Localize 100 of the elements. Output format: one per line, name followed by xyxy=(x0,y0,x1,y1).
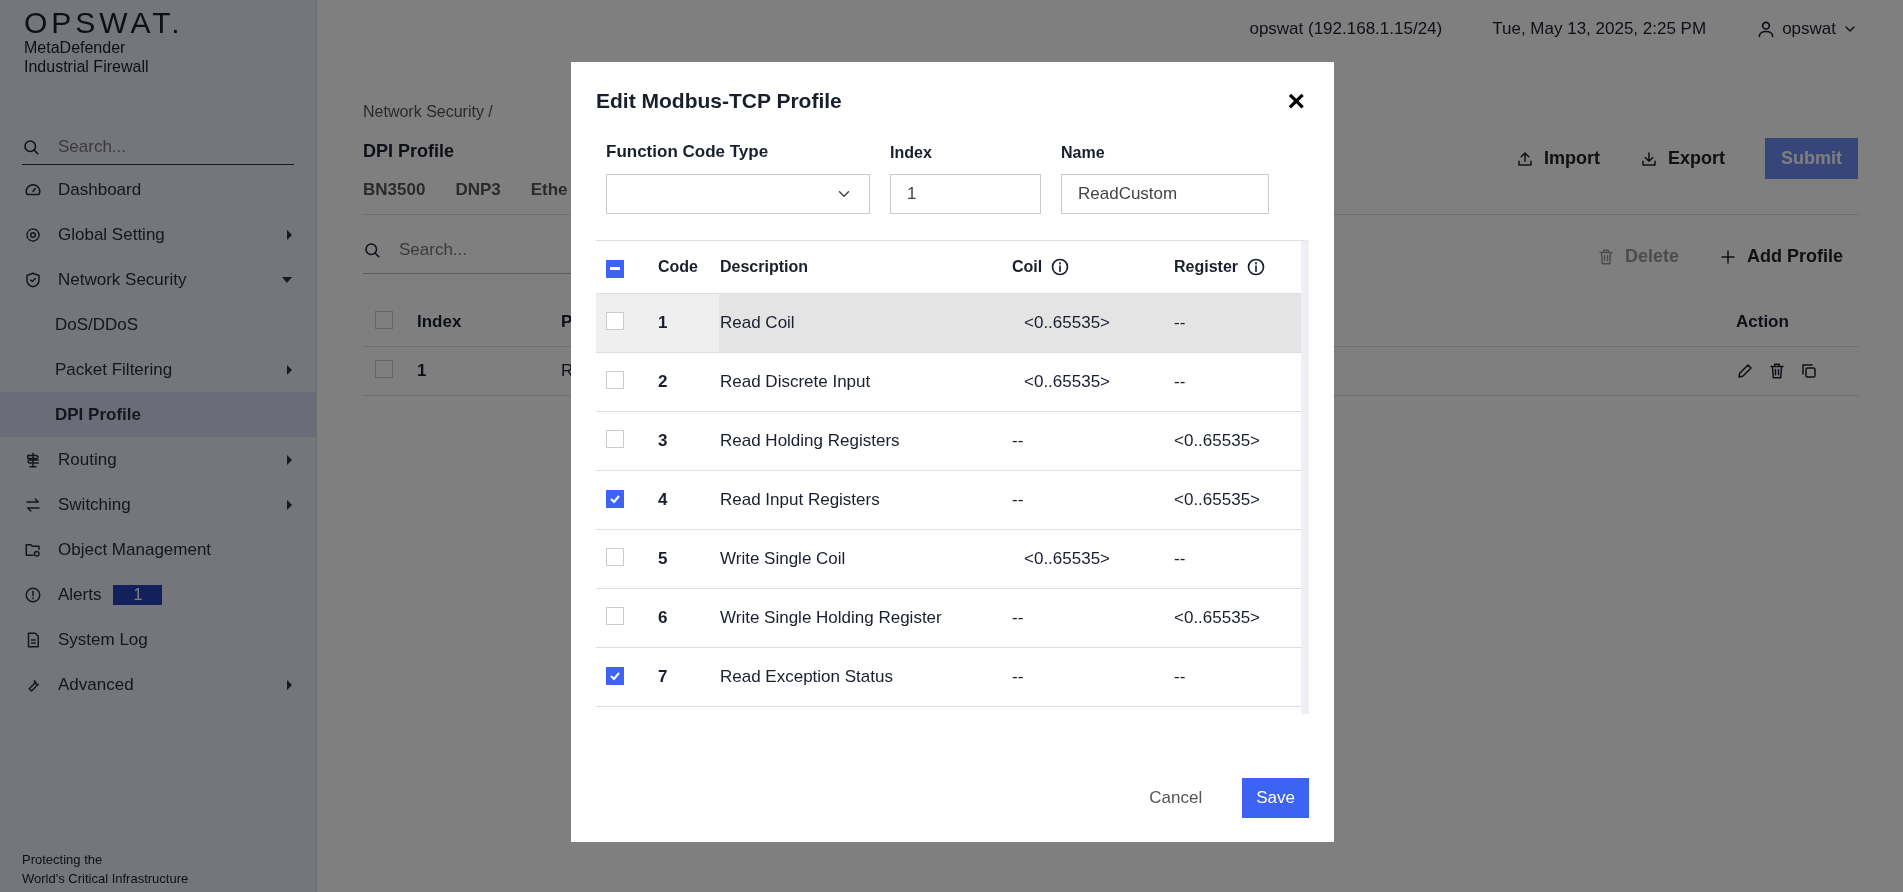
pencil-icon xyxy=(1736,362,1754,380)
copy-icon xyxy=(1800,362,1818,380)
function-code-row[interactable]: 6 Write Single Holding Register -- <0..65535> xyxy=(596,588,1301,648)
check-icon xyxy=(609,493,621,505)
column-header: Code xyxy=(658,258,698,276)
description-cell: Read Input Registers xyxy=(720,490,880,509)
tagline: Protecting the xyxy=(22,851,104,869)
function-code-row[interactable]: 1 Read Coil <0..65535> -- xyxy=(596,293,1301,353)
close-button[interactable]: × xyxy=(1283,86,1309,116)
export-button[interactable]: Export xyxy=(1640,148,1725,169)
select-all-checkbox[interactable] xyxy=(606,259,624,278)
nav-item[interactable]: Advanced xyxy=(0,662,316,707)
function-code-row[interactable]: 3 Read Holding Registers -- <0..65535> xyxy=(596,411,1301,471)
shield-icon xyxy=(24,270,42,289)
nav-item[interactable]: Object Management xyxy=(0,527,316,572)
swap-arrows-icon xyxy=(24,495,42,514)
user-name[interactable]: opswat xyxy=(1782,19,1836,39)
code-cell: 6 xyxy=(658,608,668,627)
checkbox[interactable] xyxy=(606,667,624,685)
coil-cell: -- xyxy=(1012,667,1024,686)
description-cell: Read Coil xyxy=(720,313,795,332)
protocol-tab[interactable]: Ethe xyxy=(530,180,568,200)
code-cell: 5 xyxy=(658,549,668,568)
check-icon xyxy=(609,670,621,682)
trash-icon xyxy=(1768,362,1786,380)
column-header: Coil xyxy=(1012,258,1043,276)
date-time: Tue, May 13, 2025, 2:25 PM xyxy=(1492,19,1707,39)
nav-item[interactable]: Switching xyxy=(0,482,316,527)
function-code-row[interactable]: 5 Write Single Coil <0..65535> -- xyxy=(596,529,1301,589)
nav-item[interactable]: DPI Profile xyxy=(0,392,316,437)
nav-item[interactable]: Global Setting xyxy=(0,212,316,257)
column-header: Register xyxy=(1174,258,1239,276)
coil-cell-text: <0..65535> xyxy=(1023,549,1111,568)
host-address: opswat (192.168.1.15/24) xyxy=(1249,19,1443,39)
column-header: Index xyxy=(417,312,462,331)
table-cell: 1 xyxy=(417,361,427,380)
product-name: MetaDefender xyxy=(24,38,127,57)
nav-item[interactable]: DoS/DDoS xyxy=(0,302,316,347)
page-title: DPI Profile xyxy=(363,141,456,162)
description-cell: Read Exception Status xyxy=(720,667,893,686)
signpost-icon xyxy=(24,450,42,469)
breadcrumb[interactable]: Network Security / xyxy=(363,103,568,121)
column-header: Action xyxy=(1736,312,1789,331)
description-cell: Read Discrete Input xyxy=(720,372,871,391)
brand-logo: OPSWAT. xyxy=(24,8,185,38)
description-cell: Read Holding Registers xyxy=(720,431,900,450)
plus-icon xyxy=(1719,247,1737,266)
field-label: Name xyxy=(1061,144,1106,162)
cancel-button[interactable]: Cancel xyxy=(1135,778,1217,818)
nav-item[interactable]: Network Security xyxy=(0,257,316,302)
function-code-row[interactable]: 4 Read Input Registers -- <0..65535> xyxy=(596,470,1301,530)
code-cell: 7 xyxy=(658,667,668,686)
nav-item[interactable]: Alerts 1 xyxy=(0,572,316,617)
field-label: Function Code Type xyxy=(606,142,770,162)
search-icon xyxy=(22,138,40,156)
minus-icon xyxy=(610,266,620,271)
checkbox[interactable] xyxy=(606,490,624,508)
function-code-type-dropdown[interactable] xyxy=(606,174,870,214)
product-name: Industrial Firewall xyxy=(24,57,150,76)
code-cell: 2 xyxy=(658,372,668,391)
coil-cell-text: <0..65535> xyxy=(1023,313,1111,332)
code-cell: 4 xyxy=(658,490,668,509)
alert-icon xyxy=(24,585,42,604)
register-cell: -- xyxy=(1174,549,1186,568)
register-cell: <0..65535> xyxy=(1174,431,1261,450)
info-icon xyxy=(1246,257,1267,277)
nav-item[interactable]: System Log xyxy=(0,617,316,662)
coil-cell: -- xyxy=(1012,431,1024,450)
profile-search-field[interactable]: Search... xyxy=(397,239,743,261)
import-button[interactable]: Import xyxy=(1516,148,1600,169)
tagline: World's Critical Infrastructure xyxy=(22,870,190,888)
function-code-row[interactable]: 7 Read Exception Status -- -- xyxy=(596,647,1301,707)
register-cell: -- xyxy=(1174,372,1186,391)
coil-cell-text: <0..65535> xyxy=(1023,372,1111,391)
protocol-tab[interactable]: BN3500 xyxy=(363,180,426,200)
add-button[interactable]: Add Profile xyxy=(1719,246,1843,267)
field-label: Index xyxy=(890,144,933,162)
search-icon xyxy=(363,241,381,259)
gear-icon xyxy=(24,225,42,244)
coil-cell: -- xyxy=(1012,608,1024,627)
protocol-tab[interactable]: DNP3 xyxy=(455,180,501,200)
index-input-field[interactable]: 1 xyxy=(890,174,1041,214)
sidebar-search-field[interactable]: Search... xyxy=(56,136,294,158)
name-input-field[interactable]: ReadCustom xyxy=(1061,174,1269,214)
nav-item[interactable]: Packet Filtering xyxy=(0,347,316,392)
info-icon xyxy=(1050,257,1071,277)
description-cell: Write Single Coil xyxy=(720,549,846,568)
register-cell: <0..65535> xyxy=(1174,490,1261,509)
register-cell: <0..65535> xyxy=(1174,608,1261,627)
register-cell: -- xyxy=(1174,667,1186,686)
download-icon xyxy=(1640,149,1658,168)
column-header: P xyxy=(561,312,573,331)
function-code-row[interactable]: 2 Read Discrete Input <0..65535> -- xyxy=(596,352,1301,412)
trash-icon xyxy=(1596,247,1615,266)
nav-item[interactable]: Routing xyxy=(0,437,316,482)
dialog-title: Edit Modbus-TCP Profile xyxy=(596,89,842,113)
nav-item[interactable]: Dashboard xyxy=(0,167,316,212)
coil-cell: -- xyxy=(1012,490,1024,509)
code-cell: 3 xyxy=(658,431,668,450)
save-button[interactable]: Save xyxy=(1242,778,1309,818)
